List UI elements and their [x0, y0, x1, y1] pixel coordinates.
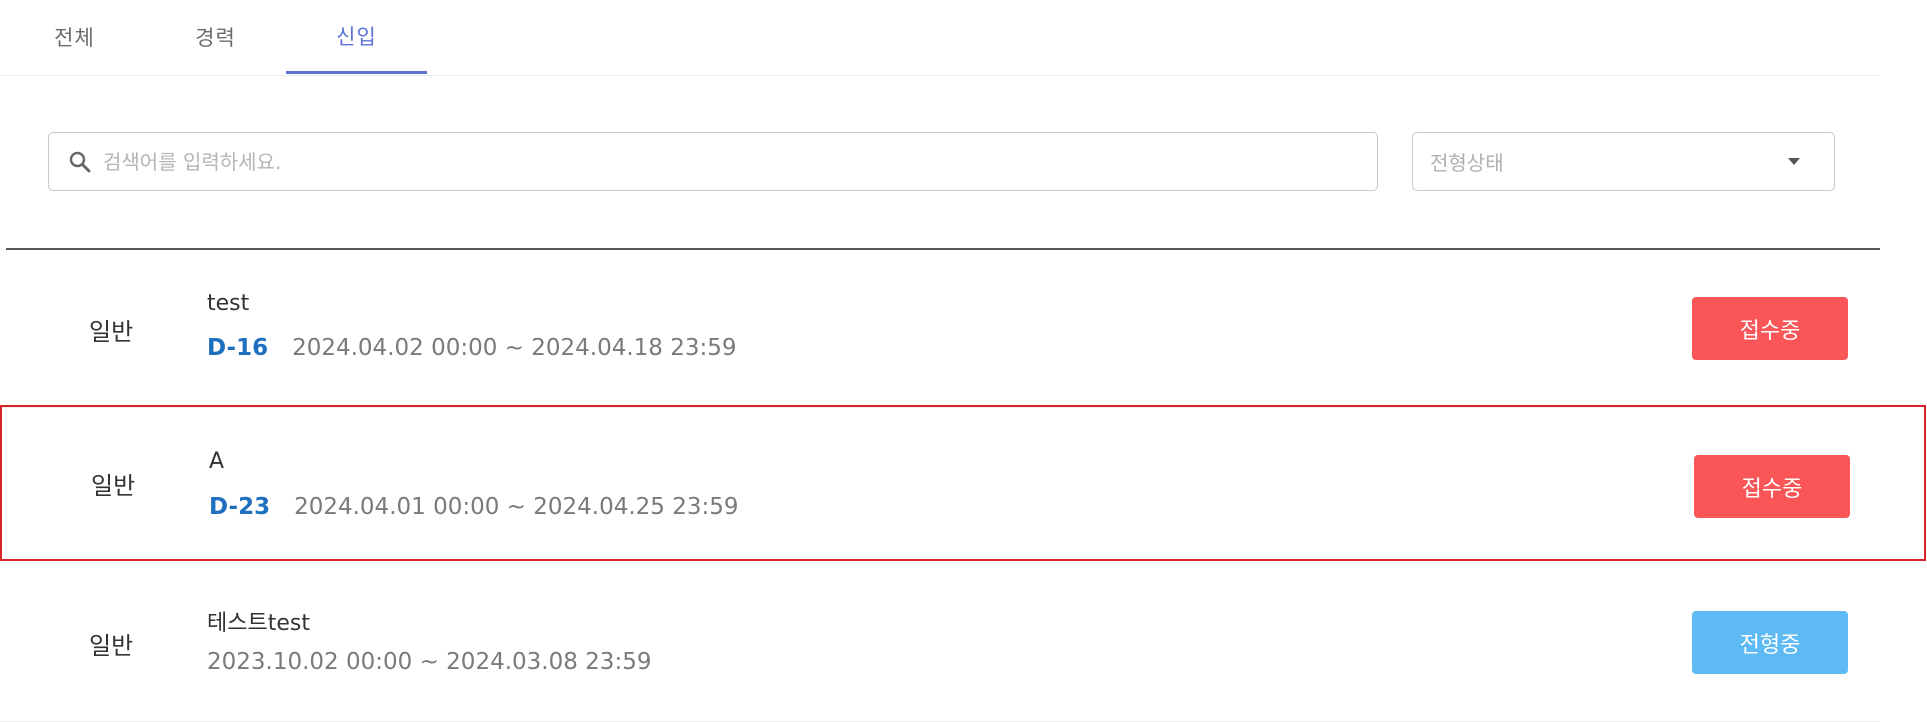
- list-item-selected[interactable]: 일반 A D-23 2024.04.01 00:00 ~ 2024.04.25 2…: [0, 405, 1926, 561]
- status-button[interactable]: 전형중: [1692, 611, 1848, 674]
- caret-down-icon: [1788, 158, 1800, 165]
- posting-title[interactable]: A: [209, 449, 224, 474]
- tab-bar: 전체 경력 신입: [0, 0, 1880, 76]
- posting-schedule: D-16 2024.04.02 00:00 ~ 2024.04.18 23:59: [207, 335, 737, 361]
- posting-schedule: 2023.10.02 00:00 ~ 2024.03.08 23:59: [207, 649, 651, 675]
- list-divider: [6, 248, 1880, 250]
- dday-badge: D-16: [207, 335, 269, 361]
- posting-title[interactable]: 테스트test: [207, 605, 310, 637]
- posting-period: 2024.04.01 00:00 ~ 2024.04.25 23:59: [294, 494, 739, 520]
- posting-period: 2023.10.02 00:00 ~ 2024.03.08 23:59: [207, 649, 652, 675]
- dday-badge: D-23: [209, 494, 271, 520]
- posting-category: 일반: [89, 317, 134, 346]
- status-filter-select[interactable]: 전형상태: [1412, 132, 1835, 191]
- tab-new-grad[interactable]: 신입: [286, 0, 427, 74]
- status-button[interactable]: 접수중: [1692, 297, 1848, 360]
- posting-category: 일반: [91, 471, 136, 500]
- search-icon: [67, 149, 93, 175]
- list-item[interactable]: 일반 테스트test 2023.10.02 00:00 ~ 2024.03.08…: [0, 565, 1880, 722]
- list-item[interactable]: 일반 test D-16 2024.04.02 00:00 ~ 2024.04.1…: [0, 251, 1880, 408]
- tab-all[interactable]: 전체: [4, 0, 145, 74]
- posting-title[interactable]: test: [207, 291, 249, 316]
- posting-schedule: D-23 2024.04.01 00:00 ~ 2024.04.25 23:59: [209, 494, 739, 520]
- status-button[interactable]: 접수중: [1694, 455, 1850, 518]
- search-box[interactable]: [48, 132, 1378, 191]
- status-filter-value: 전형상태: [1430, 151, 1504, 175]
- tab-experienced[interactable]: 경력: [145, 0, 286, 74]
- search-input[interactable]: [101, 140, 1377, 183]
- posting-category: 일반: [89, 631, 134, 660]
- posting-period: 2024.04.02 00:00 ~ 2024.04.18 23:59: [292, 335, 737, 361]
